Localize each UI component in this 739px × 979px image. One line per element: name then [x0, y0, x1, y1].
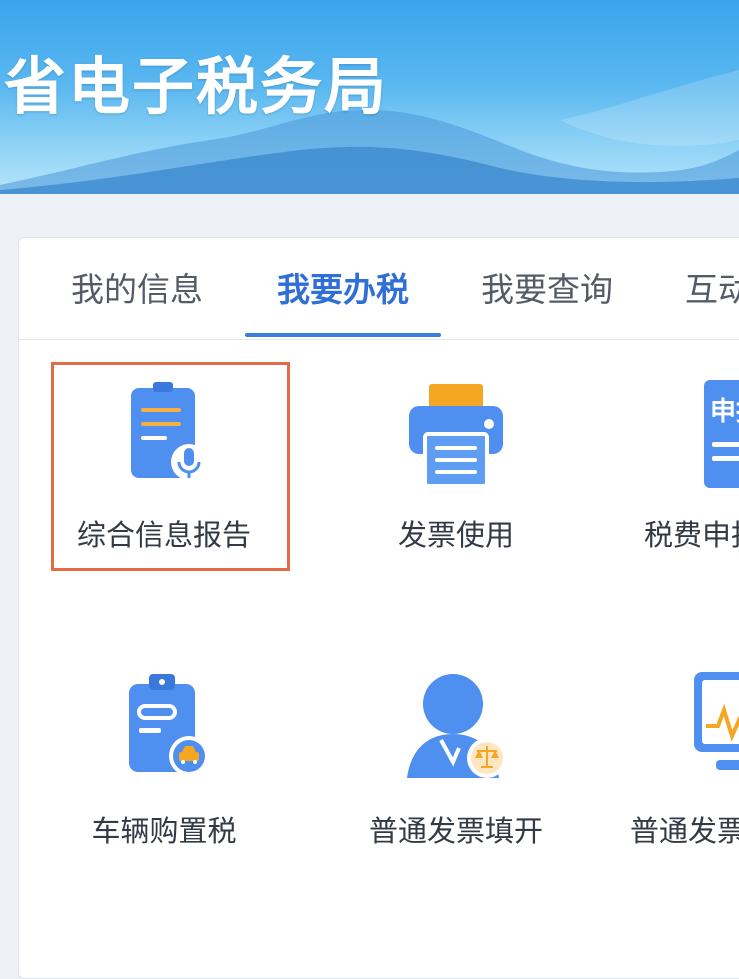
tile-vehicle-purchase-tax[interactable]: 车辆购置税 — [44, 670, 284, 870]
printer-icon — [409, 384, 503, 488]
tab-handle-tax[interactable]: 我要办税 — [277, 266, 409, 314]
tile-label: 普通发票 — [630, 814, 739, 848]
tab-interaction[interactable]: 互动 — [685, 266, 739, 314]
tile-invoice-use[interactable]: 发票使用 — [336, 380, 576, 580]
tab-my-info[interactable]: 我的信息 — [71, 266, 203, 314]
tile-label: 车辆购置税 — [91, 814, 237, 848]
tile-label: 税费申报 — [644, 518, 739, 552]
person-scale-icon — [407, 674, 507, 778]
active-tab-indicator — [245, 333, 441, 337]
tile-comprehensive-report[interactable]: 综合信息报告 — [44, 380, 284, 580]
tax-declaration-icon: 申报 — [704, 380, 739, 488]
declare-badge-text: 申报 — [710, 396, 739, 427]
tile-label: 发票使用 — [397, 518, 514, 552]
tile-general-invoice-issue[interactable]: 普通发票填开 — [336, 670, 576, 870]
header-banner: 省电子税务局 — [0, 0, 739, 194]
tab-bar: 我的信息 我要办税 我要查询 互动 — [19, 238, 739, 340]
tile-label: 综合信息报告 — [76, 518, 251, 552]
report-microphone-icon — [131, 382, 207, 480]
tile-label: 普通发票填开 — [368, 814, 543, 848]
tile-general-invoice[interactable]: 普通发票 — [628, 670, 739, 870]
tile-tax-declaration[interactable]: 申报 税费申报 — [628, 380, 739, 580]
tab-query[interactable]: 我要查询 — [481, 266, 613, 314]
vehicle-clipboard-icon — [129, 674, 209, 776]
site-title: 省电子税务局 — [4, 50, 389, 123]
monitor-chart-icon — [694, 672, 739, 770]
